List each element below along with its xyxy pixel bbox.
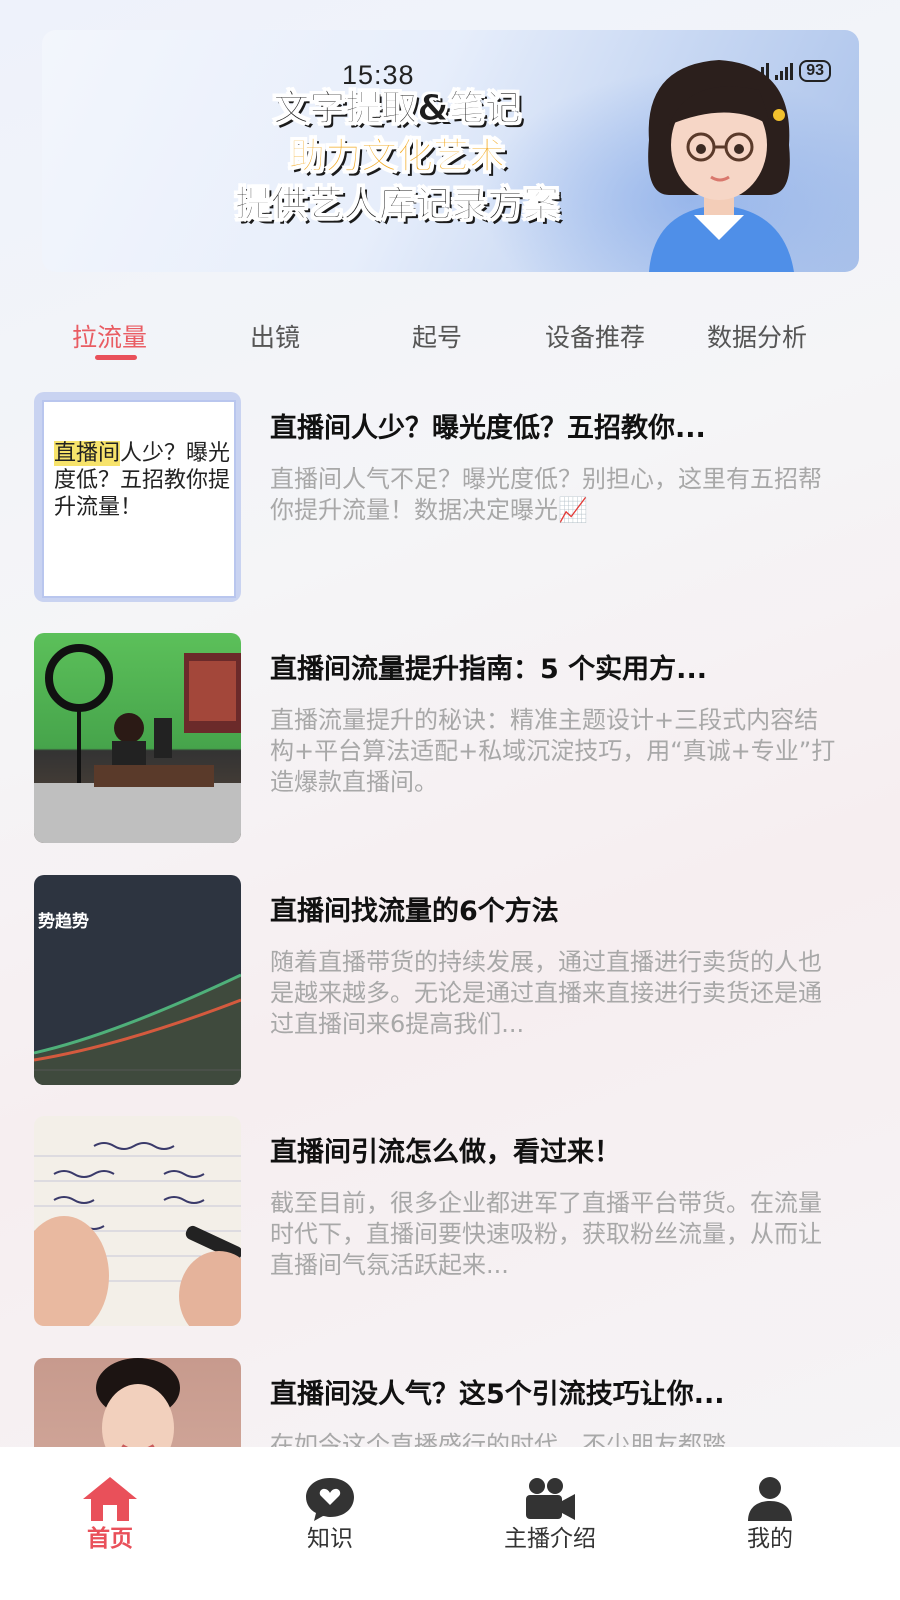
nav-label-home: 首页	[87, 1526, 133, 1552]
tab-she-bei-tui-jian[interactable]: 设备推荐	[545, 318, 645, 354]
article-desc: 直播间人气不足？曝光度低？别担心，这里有五招帮你提升流量！数据决定曝光📈	[270, 465, 822, 524]
handwritten-notes-image	[34, 1142, 241, 1326]
tab-qi-hao[interactable]: 起号	[412, 318, 462, 354]
article-desc: 直播流量提升的秘诀：精准主题设计+三段式内容结构+平台算法适配+私域沉淀技巧，用…	[270, 706, 836, 796]
article-thumbnail: 势趋势	[34, 875, 241, 1085]
nav-label-mine: 我的	[747, 1526, 793, 1552]
article-thumbnail	[34, 1358, 241, 1448]
article-thumbnail	[34, 1116, 241, 1326]
nav-home[interactable]: 首页	[30, 1447, 190, 1557]
article-title: 直播间流量提升指南：5 个实用方...	[270, 654, 707, 685]
banner-girl-illustration	[648, 60, 794, 272]
article-title: 直播间人少？曝光度低？五招教你...	[270, 413, 706, 444]
article-item-2[interactable]: 直播间流量提升指南：5 个实用方... 直播流量提升的秘诀：精准主题设计+三段式…	[34, 633, 854, 843]
thumbnail-label: 势趋势	[38, 912, 89, 932]
banner-line-1: 文字提取&笔记	[273, 88, 521, 130]
article-title: 直播间没人气？这5个引流技巧让你...	[270, 1379, 725, 1410]
nav-label-knowledge: 知识	[307, 1526, 353, 1552]
bottom-nav-bar: 首页 知识 主播介绍 我的	[0, 1447, 900, 1600]
article-item-4[interactable]: 直播间引流怎么做，看过来！ 截至目前，很多企业都进军了直播平台带货。在流量时代下…	[34, 1116, 854, 1326]
banner-headline: 文字提取&笔记 助力文化艺术 提供艺人库记录方案	[137, 85, 657, 229]
nav-anchor-intro[interactable]: 主播介绍	[470, 1447, 630, 1557]
home-icon	[83, 1477, 137, 1521]
article-item-1[interactable]: 直播间人少？曝光度低？五招教你提升流量！ 直播间人少？曝光度低？五招教你... …	[34, 392, 854, 602]
thumbnail-highlight: 直播间	[54, 441, 121, 466]
top-banner[interactable]: 15:38 93 文字提取&笔记 助力文化艺术 提供艺人库记录方案	[42, 30, 859, 272]
article-title: 直播间找流量的6个方法	[270, 896, 559, 927]
article-desc: 截至目前，很多企业都进军了直播平台带货。在流量时代下，直播间要快速吸粉，获取粉丝…	[270, 1189, 822, 1279]
article-item-3[interactable]: 势趋势 直播间找流量的6个方法 随着直播带货的持续发展，通过直播进行卖货的人也是…	[34, 875, 854, 1085]
nav-label-anchor-intro: 主播介绍	[504, 1526, 596, 1552]
nav-mine[interactable]: 我的	[690, 1447, 850, 1557]
article-desc: 随着直播带货的持续发展，通过直播进行卖货的人也是越来越多。无论是通过直播来直接进…	[270, 948, 822, 1038]
user-icon	[748, 1477, 792, 1521]
tab-shu-ju-fen-xi[interactable]: 数据分析	[707, 318, 807, 354]
tab-chu-jing[interactable]: 出镜	[250, 318, 300, 354]
article-thumbnail	[34, 633, 241, 843]
woman-portrait-image	[96, 1358, 180, 1448]
video-camera-icon	[526, 1478, 575, 1520]
banner-line-3: 提供艺人库记录方案	[234, 184, 559, 226]
thumbnail-text: 直播间人少？曝光度低？五招教你提升流量！	[54, 440, 234, 521]
tab-la-liu-liang[interactable]: 拉流量	[72, 318, 147, 354]
article-thumbnail: 直播间人少？曝光度低？五招教你提升流量！	[34, 392, 241, 602]
category-tabs: 拉流量 出镜 起号 设备推荐 数据分析	[35, 318, 865, 368]
article-desc: 在如今这个直播盛行的时代，不少朋友都踏	[270, 1431, 726, 1448]
article-item-5[interactable]: 直播间没人气？这5个引流技巧让你... 在如今这个直播盛行的时代，不少朋友都踏	[34, 1358, 854, 1448]
article-title: 直播间引流怎么做，看过来！	[270, 1137, 621, 1168]
chat-heart-icon	[306, 1478, 354, 1521]
active-tab-indicator	[95, 355, 137, 360]
nav-knowledge[interactable]: 知识	[250, 1447, 410, 1557]
livestream-studio-image	[34, 644, 241, 843]
banner-line-2: 助力文化艺术	[288, 136, 505, 178]
